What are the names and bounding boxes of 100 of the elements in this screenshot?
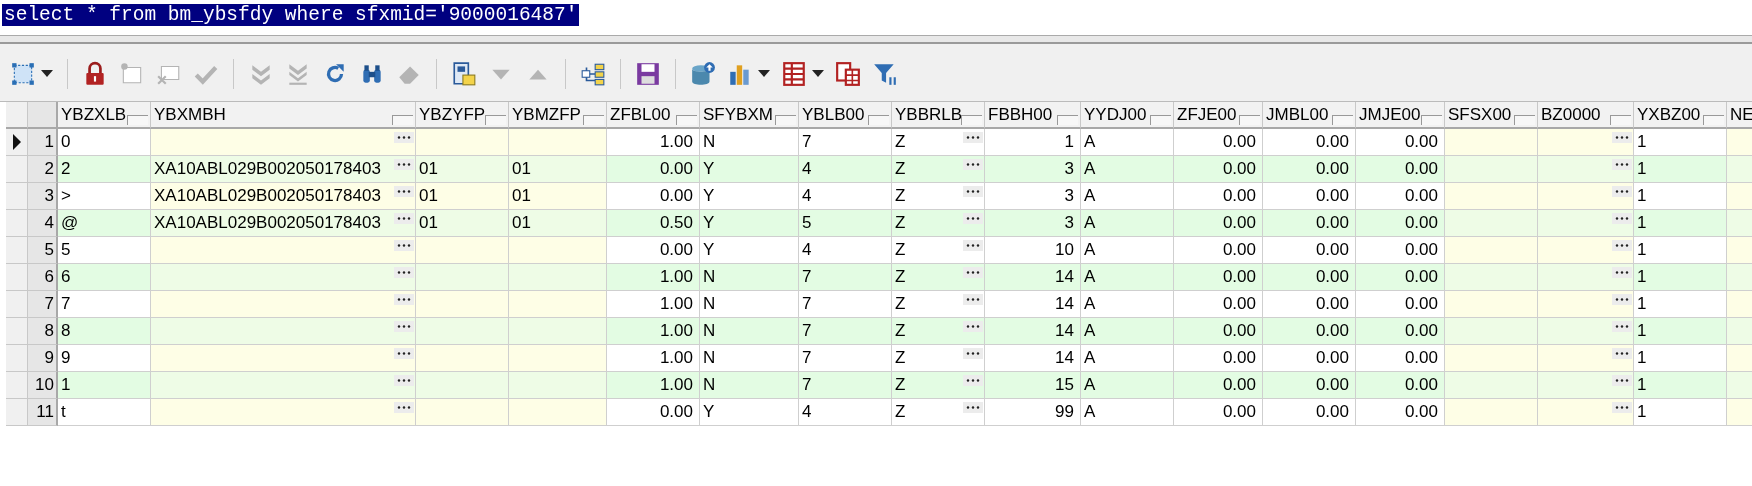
ellipsis-button[interactable] — [963, 240, 983, 251]
database-icon[interactable] — [690, 61, 716, 87]
column-header[interactable]: ZFJE00 — [1174, 102, 1263, 129]
column-button[interactable] — [1610, 115, 1631, 125]
table-cell: Y — [700, 156, 799, 183]
table-cell: 0.00 — [1356, 210, 1445, 237]
table-cell: 0.00 — [607, 399, 700, 426]
table-cell: 0.00 — [607, 156, 700, 183]
table-cell: 5 — [58, 237, 151, 264]
ellipsis-button[interactable] — [394, 321, 414, 332]
column-header[interactable]: YXBZ00 — [1634, 102, 1727, 129]
ellipsis-button[interactable] — [1612, 402, 1632, 413]
ellipsis-button[interactable] — [394, 348, 414, 359]
column-button[interactable] — [868, 115, 889, 125]
ellipsis-button[interactable] — [394, 213, 414, 224]
column-header[interactable]: YBMZFP — [509, 102, 607, 129]
column-header[interactable]: BZ0000 — [1538, 102, 1634, 129]
column-button[interactable] — [1514, 115, 1535, 125]
table-cell: Y — [700, 237, 799, 264]
ellipsis-button[interactable] — [394, 186, 414, 197]
column-button[interactable] — [1703, 115, 1724, 125]
table-cell: 0.00 — [1356, 264, 1445, 291]
column-header[interactable]: YBZXLB — [58, 102, 151, 129]
table-cell: 0.00 — [1356, 318, 1445, 345]
tree-icon[interactable] — [580, 61, 606, 87]
column-button[interactable] — [1421, 115, 1442, 125]
column-button[interactable] — [485, 115, 506, 125]
ellipsis-button[interactable] — [963, 186, 983, 197]
table-cell: 3 — [985, 156, 1081, 183]
caret-icon[interactable] — [41, 70, 53, 78]
column-button[interactable] — [1239, 115, 1260, 125]
ellipsis-button[interactable] — [963, 294, 983, 305]
column-button[interactable] — [961, 115, 982, 125]
ellipsis-button[interactable] — [1612, 321, 1632, 332]
ellipsis-button[interactable] — [394, 240, 414, 251]
ellipsis-button[interactable] — [394, 294, 414, 305]
column-header[interactable]: YYDJ00 — [1081, 102, 1174, 129]
table-cell: 14 — [985, 264, 1081, 291]
table-cell: 0.00 — [1174, 345, 1263, 372]
ellipsis-button[interactable] — [1612, 213, 1632, 224]
column-header[interactable]: SFYBXM — [700, 102, 799, 129]
column-header[interactable]: YBXMBH — [151, 102, 416, 129]
column-button[interactable] — [392, 115, 413, 125]
column-header[interactable]: YBBRLB — [892, 102, 985, 129]
ellipsis-button[interactable] — [1612, 159, 1632, 170]
table-cell: 1 — [1634, 183, 1727, 210]
ellipsis-button[interactable] — [1612, 240, 1632, 251]
table-cell: N — [700, 345, 799, 372]
table-cell: N — [700, 291, 799, 318]
column-button[interactable] — [775, 115, 796, 125]
table-cell: A — [1081, 399, 1174, 426]
column-button[interactable] — [583, 115, 604, 125]
ellipsis-button[interactable] — [1612, 294, 1632, 305]
ellipsis-button[interactable] — [963, 348, 983, 359]
table-cell: 0.00 — [1174, 210, 1263, 237]
ellipsis-button[interactable] — [1612, 186, 1632, 197]
column-button[interactable] — [1150, 115, 1171, 125]
ellipsis-button[interactable] — [394, 159, 414, 170]
table-cell: 7 — [799, 345, 892, 372]
caret-icon[interactable] — [812, 70, 824, 78]
filter-icon[interactable] — [872, 61, 898, 87]
column-button[interactable] — [1332, 115, 1353, 125]
ellipsis-button[interactable] — [394, 132, 414, 143]
ellipsis-button[interactable] — [963, 267, 983, 278]
ellipsis-button[interactable] — [1612, 132, 1632, 143]
column-button[interactable] — [1057, 115, 1078, 125]
caret-icon[interactable] — [758, 70, 770, 78]
selection-icon[interactable] — [10, 61, 36, 87]
column-header[interactable]: YBZYFP — [416, 102, 509, 129]
table-cell: 9 — [58, 345, 151, 372]
ellipsis-button[interactable] — [963, 375, 983, 386]
table-cell: Z — [892, 264, 985, 291]
ellipsis-button[interactable] — [394, 267, 414, 278]
table-cell: 14 — [985, 345, 1081, 372]
ellipsis-button[interactable] — [394, 402, 414, 413]
ellipsis-button[interactable] — [963, 321, 983, 332]
ellipsis-button[interactable] — [963, 213, 983, 224]
column-header[interactable]: JMBL00 — [1263, 102, 1356, 129]
row-number: 1 — [28, 129, 58, 156]
ellipsis-button[interactable] — [1612, 375, 1632, 386]
table-cell: A — [1081, 318, 1174, 345]
table-icon[interactable] — [781, 61, 807, 87]
column-header[interactable]: JMJE00 — [1356, 102, 1445, 129]
row-selector[interactable] — [6, 129, 28, 156]
ellipsis-button[interactable] — [394, 375, 414, 386]
ellipsis-button[interactable] — [963, 132, 983, 143]
column-header[interactable]: FBBH00 — [985, 102, 1081, 129]
tables-icon[interactable] — [835, 61, 861, 87]
column-button[interactable] — [676, 115, 697, 125]
column-header[interactable]: NE — [1727, 102, 1752, 129]
document-note-icon[interactable] — [451, 61, 477, 87]
column-header[interactable]: ZFBL00 — [607, 102, 700, 129]
column-header[interactable]: SFSX00 — [1445, 102, 1538, 129]
ellipsis-button[interactable] — [1612, 348, 1632, 359]
floppy-disk-icon[interactable] — [635, 61, 661, 87]
ellipsis-button[interactable] — [963, 402, 983, 413]
ellipsis-button[interactable] — [963, 159, 983, 170]
column-header[interactable]: YBLB00 — [799, 102, 892, 129]
column-button[interactable] — [127, 115, 148, 125]
ellipsis-button[interactable] — [1612, 267, 1632, 278]
